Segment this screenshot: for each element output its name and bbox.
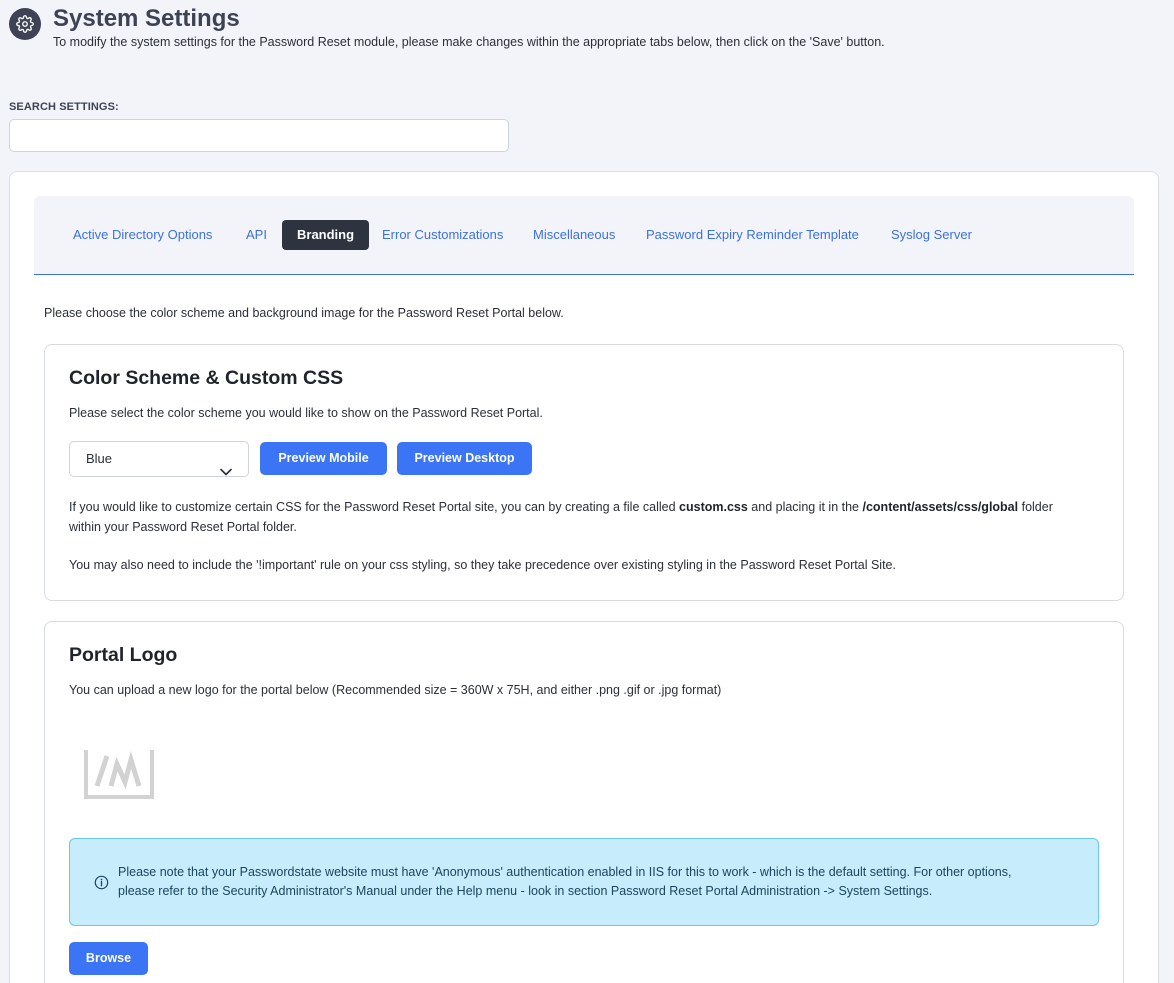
page-subtitle: To modify the system settings for the Pa… xyxy=(53,35,885,49)
tab-active-directory-options[interactable]: Active Directory Options xyxy=(58,220,227,250)
custom-css-text-part: and placing it in the xyxy=(751,500,860,514)
info-alert: Please note that your Passwordstate webs… xyxy=(69,838,1099,926)
custom-css-folder: /content/assets/css/global xyxy=(862,500,1019,514)
portal-logo-card: Portal Logo You can upload a new logo fo… xyxy=(44,621,1124,983)
tab-syslog-server[interactable]: Syslog Server xyxy=(876,220,987,250)
custom-css-filename: custom.css xyxy=(679,500,748,514)
info-icon xyxy=(94,875,109,895)
custom-css-text-part: If you would like to customize certain C… xyxy=(69,500,676,514)
settings-tabbar: Active Directory Options API Branding Er… xyxy=(34,196,1134,275)
color-scheme-selected-value: Blue xyxy=(86,451,113,466)
tab-error-customizations[interactable]: Error Customizations xyxy=(367,220,518,250)
preview-desktop-button[interactable]: Preview Desktop xyxy=(397,442,532,475)
preview-mobile-button[interactable]: Preview Mobile xyxy=(260,442,387,475)
custom-css-text-part: within your Password Reset Portal folder… xyxy=(69,520,297,534)
info-alert-line: Please note that your Passwordstate webs… xyxy=(118,865,1012,879)
page-title: System Settings xyxy=(53,5,240,32)
chevron-down-icon xyxy=(220,455,232,489)
branding-intro-text: Please choose the color scheme and backg… xyxy=(44,306,564,320)
color-scheme-description: Please select the color scheme you would… xyxy=(69,406,543,420)
color-scheme-title: Color Scheme & Custom CSS xyxy=(69,367,344,389)
important-rule-text: You may also need to include the '!impor… xyxy=(69,558,896,572)
custom-css-text-part: folder xyxy=(1021,500,1053,514)
custom-css-text: If you would like to customize certain C… xyxy=(69,497,1109,537)
tab-miscellaneous[interactable]: Miscellaneous xyxy=(518,220,630,250)
info-alert-line: please refer to the Security Administrat… xyxy=(118,884,933,898)
portal-logo-title: Portal Logo xyxy=(69,644,178,666)
browse-button[interactable]: Browse xyxy=(69,942,148,975)
tab-api[interactable]: API xyxy=(231,220,282,250)
search-settings-input[interactable] xyxy=(9,119,509,152)
settings-panel: Active Directory Options API Branding Er… xyxy=(9,171,1159,983)
search-settings-label: SEARCH SETTINGS: xyxy=(9,101,119,113)
tab-password-expiry-reminder-template[interactable]: Password Expiry Reminder Template xyxy=(631,220,874,250)
info-alert-text: Please note that your Passwordstate webs… xyxy=(118,863,1088,901)
portal-logo-image xyxy=(83,746,155,805)
portal-logo-description: You can upload a new logo for the portal… xyxy=(69,683,722,697)
color-scheme-card: Color Scheme & Custom CSS Please select … xyxy=(44,344,1124,601)
color-scheme-select[interactable]: Blue xyxy=(69,441,249,477)
gear-icon xyxy=(9,8,41,40)
tab-branding[interactable]: Branding xyxy=(282,220,370,250)
